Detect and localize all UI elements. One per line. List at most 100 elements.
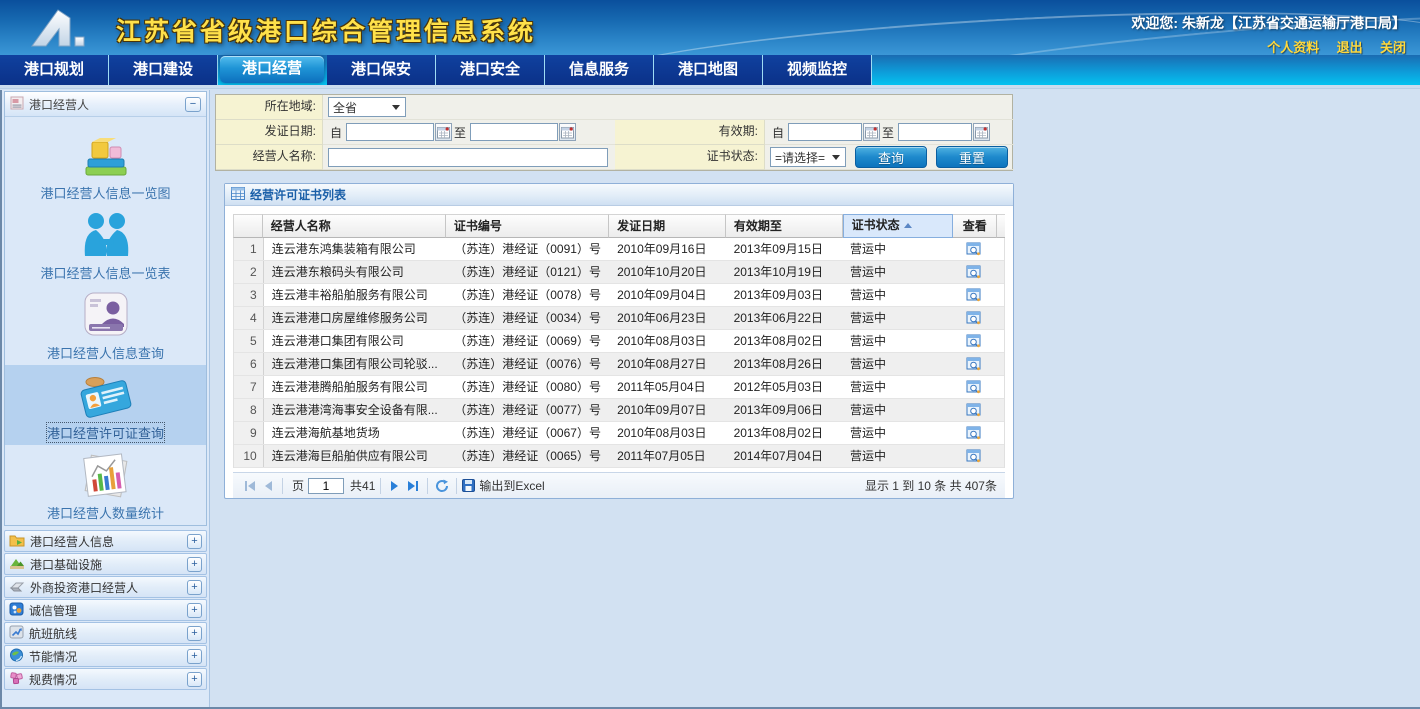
column-header-operator-name[interactable]: 经营人名称 bbox=[263, 214, 446, 238]
expand-panel-button[interactable]: + bbox=[187, 626, 202, 641]
table-row[interactable]: 6 连云港港口集团有限公司轮驳... （苏连）港经证（0076）号 2010年0… bbox=[234, 353, 1004, 376]
nav-tab[interactable]: 港口建设 bbox=[109, 55, 218, 85]
row-filler bbox=[996, 261, 1004, 283]
view-record-icon[interactable] bbox=[966, 264, 982, 280]
operator-name-input[interactable] bbox=[328, 148, 608, 167]
sidebar-panel-fees[interactable]: 规费情况 + bbox=[4, 668, 207, 690]
query-button[interactable]: 查询 bbox=[855, 146, 927, 168]
page-body: 港口经营人 − bbox=[0, 90, 1420, 709]
certificate-list-title: 经营许可证书列表 bbox=[250, 186, 346, 203]
view-record-icon[interactable] bbox=[966, 310, 982, 326]
calendar-icon[interactable] bbox=[559, 123, 576, 141]
sidebar-panel-infrastructure[interactable]: 港口基础设施 + bbox=[4, 553, 207, 575]
sidebar-item-operator-statistics[interactable]: 港口经营人数量统计 bbox=[5, 445, 206, 525]
expand-panel-button[interactable]: + bbox=[187, 580, 202, 595]
row-filler bbox=[996, 307, 1004, 329]
sidebar-panel-flight-routes[interactable]: 航班航线 + bbox=[4, 622, 207, 644]
view-record-icon[interactable] bbox=[966, 333, 982, 349]
sidebar-panel-header[interactable]: 港口经营人 − bbox=[5, 92, 206, 117]
close-link[interactable]: 关闭 bbox=[1380, 40, 1406, 55]
next-page-icon[interactable] bbox=[386, 477, 404, 495]
row-filler bbox=[996, 238, 1004, 260]
table-row[interactable]: 3 连云港丰裕船舶服务有限公司 （苏连）港经证（0078）号 2010年09月0… bbox=[234, 284, 1004, 307]
expand-panel-button[interactable]: + bbox=[187, 649, 202, 664]
table-row[interactable]: 10 连云港海巨船舶供应有限公司 （苏连）港经证（0065）号 2011年07月… bbox=[234, 445, 1004, 468]
valid-until-cell: 2013年08月02日 bbox=[726, 330, 842, 352]
issue-date-to-input[interactable] bbox=[470, 123, 558, 141]
nav-tab[interactable]: 港口保安 bbox=[327, 55, 436, 85]
view-record-icon[interactable] bbox=[966, 287, 982, 303]
issue-date-cell: 2010年08月03日 bbox=[609, 330, 725, 352]
column-header-valid-until[interactable]: 有效期至 bbox=[726, 214, 843, 238]
column-header-cert-no[interactable]: 证书编号 bbox=[446, 214, 609, 238]
cert-status-field: =请选择= 查询 重置 bbox=[765, 145, 1014, 170]
nav-tab[interactable]: 信息服务 bbox=[545, 55, 654, 85]
valid-until-cell: 2013年08月26日 bbox=[726, 353, 842, 375]
operator-name-cell: 连云港海航基地货场 bbox=[264, 422, 447, 444]
view-record-icon[interactable] bbox=[966, 379, 982, 395]
valid-until-cell: 2013年08月02日 bbox=[726, 422, 842, 444]
previous-page-icon[interactable] bbox=[259, 477, 277, 495]
save-disk-icon bbox=[462, 479, 475, 492]
table-row[interactable]: 5 连云港港口集团有限公司 （苏连）港经证（0069）号 2010年08月03日… bbox=[234, 330, 1004, 353]
sidebar-panel-integrity[interactable]: 诚信管理 + bbox=[4, 599, 207, 621]
view-record-icon[interactable] bbox=[966, 425, 982, 441]
sidebar-panel-operator-info[interactable]: 港口经营人信息 + bbox=[4, 530, 207, 552]
page-number-input[interactable] bbox=[308, 478, 344, 494]
sidebar-item-operator-overview-chart[interactable]: 港口经营人信息一览图 bbox=[5, 125, 206, 205]
expand-panel-button[interactable]: + bbox=[187, 672, 202, 687]
bar-chart-page-icon bbox=[5, 451, 206, 501]
view-record-icon[interactable] bbox=[966, 241, 982, 257]
stacked-books-icon bbox=[5, 131, 206, 181]
calendar-icon[interactable] bbox=[435, 123, 452, 141]
main-nav-tabbar: 港口规划 港口建设港口经营港口保安 港口安全 信息服务港口地图视频监控 bbox=[0, 55, 1420, 85]
sidebar-panel-energy-saving[interactable]: 节能情况 + bbox=[4, 645, 207, 667]
sidebar-item-operator-info-query[interactable]: 港口经营人信息查询 bbox=[5, 285, 206, 365]
nav-tab-label: 港口安全 bbox=[460, 61, 520, 78]
view-record-icon[interactable] bbox=[966, 356, 982, 372]
expand-panel-button[interactable]: + bbox=[187, 557, 202, 572]
expand-panel-button[interactable]: + bbox=[187, 534, 202, 549]
nav-tab-label: 港口规划 bbox=[24, 61, 84, 78]
nav-tab[interactable]: 视频监控 bbox=[763, 55, 872, 85]
reset-button[interactable]: 重置 bbox=[936, 146, 1008, 168]
nav-tab[interactable]: 港口地图 bbox=[654, 55, 763, 85]
issue-date-from-input[interactable] bbox=[346, 123, 434, 141]
view-record-icon[interactable] bbox=[966, 448, 982, 464]
sidebar-item-license-query[interactable]: 港口经营许可证查询 bbox=[5, 365, 206, 445]
column-header-view[interactable]: 查看 bbox=[953, 214, 997, 238]
issue-date-cell: 2010年10月20日 bbox=[609, 261, 725, 283]
expand-panel-button[interactable]: + bbox=[187, 603, 202, 618]
nav-tab[interactable]: 港口规划 bbox=[0, 55, 109, 85]
calendar-icon[interactable] bbox=[973, 123, 990, 141]
table-row[interactable]: 9 连云港海航基地货场 （苏连）港经证（0067）号 2010年08月03日 2… bbox=[234, 422, 1004, 445]
view-record-icon[interactable] bbox=[966, 402, 982, 418]
table-row[interactable]: 1 连云港东鸿集装箱有限公司 （苏连）港经证（0091）号 2010年09月16… bbox=[234, 238, 1004, 261]
refresh-icon[interactable] bbox=[433, 477, 451, 495]
view-cell bbox=[953, 330, 996, 352]
profile-link[interactable]: 个人资料 bbox=[1267, 40, 1319, 55]
column-header-issue-date[interactable]: 发证日期 bbox=[609, 214, 726, 238]
logout-link[interactable]: 退出 bbox=[1337, 40, 1363, 55]
first-page-icon[interactable] bbox=[241, 477, 259, 495]
last-page-icon[interactable] bbox=[404, 477, 422, 495]
cert-status-cell: 营运中 bbox=[842, 284, 953, 306]
sidebar-panel-foreign-investment[interactable]: 外商投资港口经营人 + bbox=[4, 576, 207, 598]
validity-label: 有效期: bbox=[615, 120, 765, 145]
export-excel-button[interactable]: 输出到Excel bbox=[462, 477, 544, 494]
table-row[interactable]: 2 连云港东粮码头有限公司 （苏连）港经证（0121）号 2010年10月20日… bbox=[234, 261, 1004, 284]
row-filler bbox=[996, 376, 1004, 398]
table-row[interactable]: 8 连云港港湾海事安全设备有限... （苏连）港经证（0077）号 2010年0… bbox=[234, 399, 1004, 422]
validity-from-input[interactable] bbox=[788, 123, 862, 141]
cert-status-select[interactable]: =请选择= bbox=[770, 147, 846, 167]
sidebar-item-operator-list[interactable]: 港口经营人信息一览表 bbox=[5, 205, 206, 285]
nav-tab[interactable]: 港口安全 bbox=[436, 55, 545, 85]
table-row[interactable]: 4 连云港港口房屋维修服务公司 （苏连）港经证（0034）号 2010年06月2… bbox=[234, 307, 1004, 330]
table-row[interactable]: 7 连云港港腾船舶服务有限公司 （苏连）港经证（0080）号 2011年05月0… bbox=[234, 376, 1004, 399]
column-header-cert-status[interactable]: 证书状态 bbox=[843, 214, 954, 238]
nav-tab[interactable]: 港口经营 bbox=[220, 56, 324, 83]
validity-to-input[interactable] bbox=[898, 123, 972, 141]
collapse-panel-button[interactable]: − bbox=[185, 97, 201, 112]
calendar-icon[interactable] bbox=[863, 123, 880, 141]
region-select[interactable]: 全省 bbox=[328, 97, 406, 117]
